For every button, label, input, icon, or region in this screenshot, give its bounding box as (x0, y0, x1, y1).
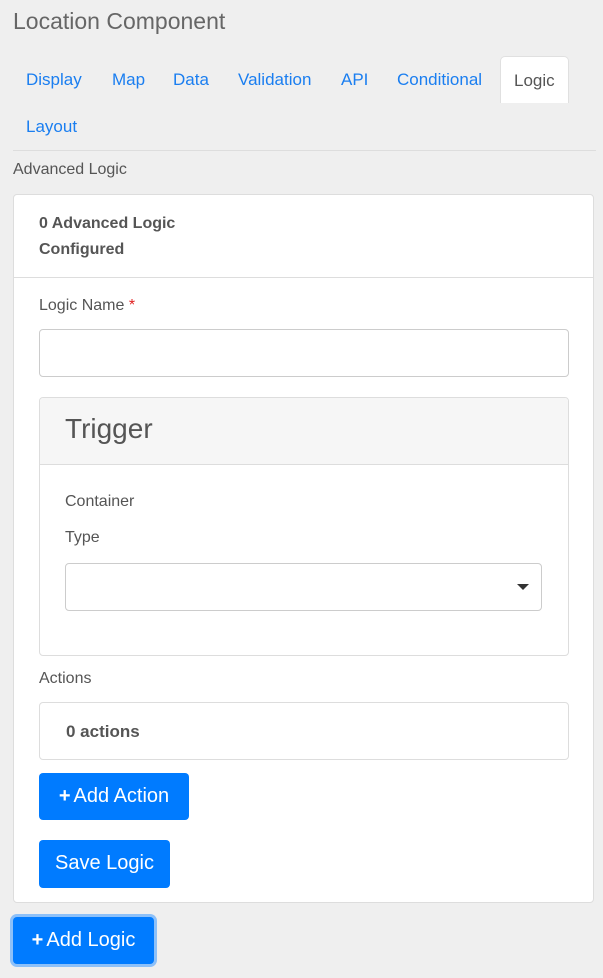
add-logic-button[interactable]: + Add Logic (13, 917, 154, 964)
logic-name-label-text: Logic Name (39, 297, 125, 314)
logic-count: 0 Advanced Logic Configured (39, 215, 176, 258)
caret-down-icon (517, 584, 529, 590)
add-logic-label: Add Logic (46, 929, 136, 951)
tab-validation[interactable]: Validation (225, 56, 324, 103)
tab-logic[interactable]: Logic (500, 56, 569, 103)
tab-api[interactable]: API (328, 56, 381, 103)
advanced-logic-card: 0 Advanced Logic Configured Logic Name *… (13, 194, 594, 903)
container-label: Container (65, 493, 135, 510)
add-action-label: Add Action (73, 785, 170, 807)
page-title: Location Component (13, 8, 226, 34)
trigger-title: Trigger (65, 413, 153, 444)
tab-data[interactable]: Data (160, 56, 222, 103)
logic-name-label: Logic Name * (39, 297, 135, 315)
section-label: Advanced Logic (13, 161, 127, 178)
tab-bar: Display Map Data Validation API Conditio… (13, 56, 596, 151)
plus-icon: + (31, 929, 44, 951)
tab-layout[interactable]: Layout (13, 103, 90, 150)
save-logic-button[interactable]: Save Logic (39, 840, 170, 888)
actions-label: Actions (39, 670, 92, 687)
trigger-panel: Trigger Container Type (39, 397, 569, 656)
trigger-header: Trigger (40, 398, 568, 465)
type-select[interactable] (65, 563, 542, 611)
actions-list: 0 actions (39, 702, 569, 760)
tab-display[interactable]: Display (13, 56, 95, 103)
logic-name-input[interactable] (39, 329, 569, 377)
actions-count: 0 actions (66, 722, 140, 741)
add-action-button[interactable]: + Add Action (39, 773, 189, 820)
plus-icon: + (58, 785, 71, 807)
tab-map[interactable]: Map (99, 56, 158, 103)
required-marker: * (128, 297, 136, 314)
card-header: 0 Advanced Logic Configured (14, 195, 593, 278)
tab-conditional[interactable]: Conditional (384, 56, 495, 103)
type-label: Type (65, 529, 100, 546)
